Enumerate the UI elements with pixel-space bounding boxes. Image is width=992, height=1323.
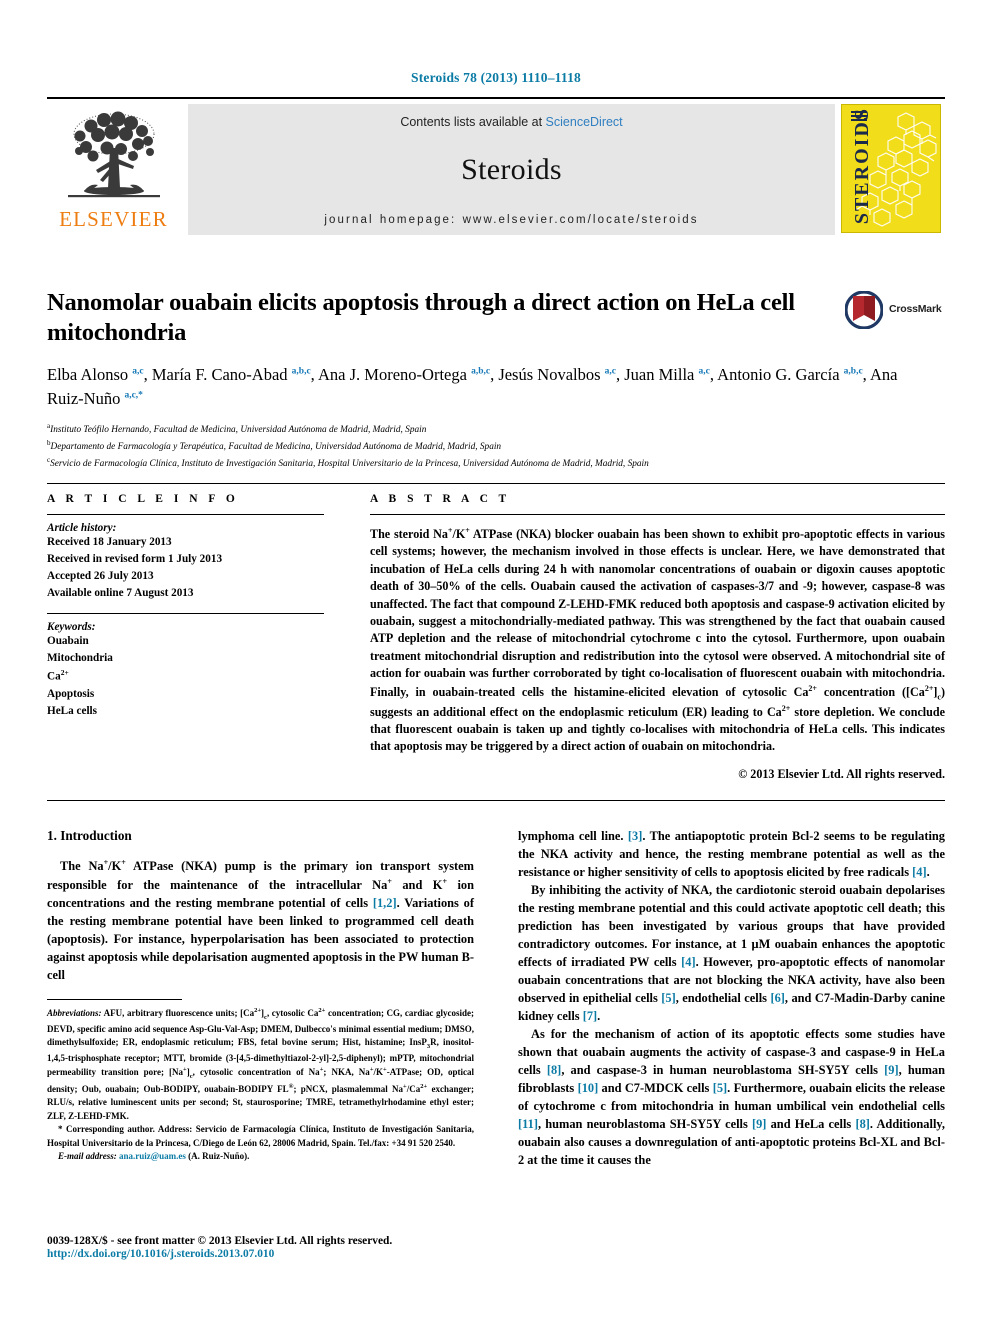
affiliation-item: aInstituto Teófilo Hernando, Facultad de… <box>47 421 927 438</box>
history-item: Received in revised form 1 July 2013 <box>47 553 223 566</box>
info-abstract-block: A R T I C L E I N F O Article history: R… <box>47 493 945 782</box>
article-info-column: A R T I C L E I N F O Article history: R… <box>47 493 324 782</box>
contents-available-line: Contents lists available at ScienceDirec… <box>188 115 835 129</box>
keywords-list: Ouabain Mitochondria Ca2+ Apoptosis HeLa cel… <box>47 635 113 717</box>
abbreviations-footnote: Abbreviations: AFU, arbitrary fluorescen… <box>47 1007 474 1121</box>
email-label: E-mail address: <box>58 1151 117 1162</box>
email-footnote: E-mail address: ana.ruiz@uam.es (A. Ruiz… <box>47 1150 474 1164</box>
issn-line: 0039-128X/$ - see front matter © 2013 El… <box>47 1235 393 1247</box>
keywords-rule <box>47 613 324 615</box>
info-top-rule <box>47 483 945 484</box>
abstract-text: The steroid Na+/K+ ATPase (NKA) blocker … <box>370 526 946 754</box>
body-column-right: lymphoma cell line. [3]. The antiapoptot… <box>518 828 945 1170</box>
affiliation-text: Departamento de Farmacología y Terapéuti… <box>50 441 502 452</box>
elsevier-logo: ELSEVIER <box>47 104 180 235</box>
journal-title: Steroids <box>461 152 562 186</box>
title-block: Nanomolar ouabain elicits apoptosis thro… <box>47 288 945 471</box>
keywords-label: Keywords: <box>47 621 96 634</box>
email-owner: (A. Ruiz-Nuño). <box>188 1151 250 1162</box>
abstract-copyright: © 2013 Elsevier Ltd. All rights reserved… <box>738 766 945 781</box>
running-head: Steroids 78 (2013) 1110–1118 <box>411 70 581 85</box>
masthead-center: Contents lists available at ScienceDirec… <box>188 104 835 235</box>
abstract-column: A B S T R A C T The steroid Na+/K+ ATPas… <box>370 493 945 782</box>
elsevier-wordmark: ELSEVIER <box>59 207 168 231</box>
history-item: Received 18 January 2013 <box>47 536 172 548</box>
affiliation-item: bDepartamento de Farmacología y Terapéut… <box>47 438 927 455</box>
article-history-label: Article history: <box>47 522 117 534</box>
corresponding-author-footnote: * Corresponding author. Address: Servici… <box>47 1124 474 1148</box>
masthead-top-rule <box>47 97 945 99</box>
intro-paragraph-right-3: As for the mechanism of action of its ap… <box>518 1026 946 1167</box>
section-heading-introduction: 1. Introduction <box>47 828 132 843</box>
intro-paragraph-right-1: lymphoma cell line. [3]. The antiapoptot… <box>518 829 945 879</box>
cover-title: STEROIDS <box>851 106 873 224</box>
affiliation-text: Instituto Teófilo Hernando, Facultad de … <box>50 425 427 436</box>
crossmark-icon <box>845 291 883 329</box>
intro-paragraph-right-2: By inhibiting the activity of NKA, the c… <box>518 882 946 1023</box>
footnote-rule <box>47 999 182 1001</box>
paper-page: Steroids 78 (2013) 1110–1118 ELSEVIER Co… <box>0 0 992 1323</box>
history-item: Accepted 26 July 2013 <box>47 570 154 583</box>
contents-prefix: Contents lists available at <box>400 115 546 129</box>
crossmark-label: CrossMark <box>889 303 942 315</box>
article-info-heading: A R T I C L E I N F O <box>47 493 239 505</box>
journal-homepage[interactable]: journal homepage: www.elsevier.com/locat… <box>188 214 835 226</box>
abstract-heading: A B S T R A C T <box>370 493 511 505</box>
author-list: Elba Alonso a,c, María F. Cano-Abad a,b,… <box>47 365 898 408</box>
email-link[interactable]: ana.ruiz@uam.es <box>119 1151 186 1161</box>
journal-cover-thumbnail: STEROIDS <box>841 104 945 235</box>
body-columns: 1. Introduction The Na+/K+ ATPase (NKA) … <box>47 828 945 1170</box>
doi-link[interactable]: http://dx.doi.org/10.1016/j.steroids.201… <box>47 1248 517 1260</box>
sciencedirect-link[interactable]: ScienceDirect <box>546 115 623 129</box>
affiliation-text: Servicio de Farmacología Clínica, Instit… <box>50 458 649 469</box>
journal-masthead: ELSEVIER Contents lists available at Sci… <box>47 97 945 235</box>
affiliation-item: cServicio de Farmacología Clínica, Insti… <box>47 455 927 472</box>
info-bottom-rule <box>47 800 945 801</box>
affiliation-list: aInstituto Teófilo Hernando, Facultad de… <box>47 421 927 471</box>
page-title: Nanomolar ouabain elicits apoptosis thro… <box>47 289 795 347</box>
article-info-rule <box>47 514 324 515</box>
body-column-left: 1. Introduction The Na+/K+ ATPase (NKA) … <box>47 828 474 1170</box>
abstract-rule <box>370 514 945 515</box>
intro-paragraph-left: The Na+/K+ ATPase (NKA) pump is the prim… <box>47 858 474 983</box>
history-item: Available online 7 August 2013 <box>47 587 194 600</box>
page-footer: 0039-128X/$ - see front matter © 2013 El… <box>47 1235 517 1260</box>
crossmark-badge[interactable]: CrossMark <box>845 291 942 335</box>
elsevier-tree-icon <box>67 111 160 198</box>
